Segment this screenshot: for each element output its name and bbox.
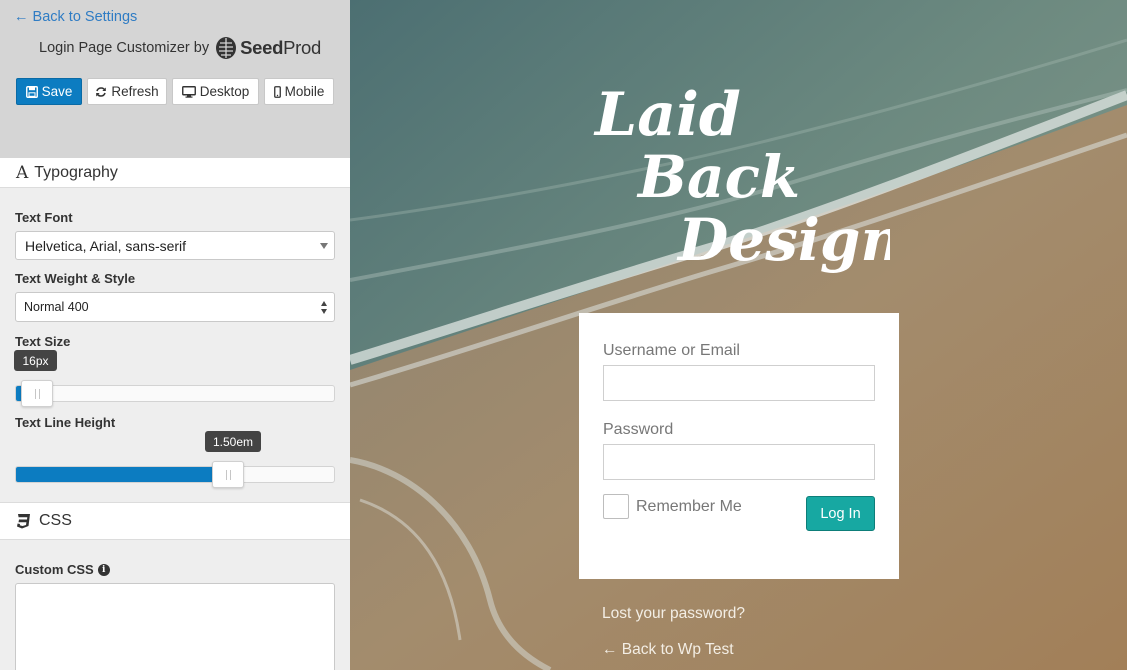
text-weight-label: Text Weight & Style bbox=[15, 271, 136, 286]
css-title: CSS bbox=[39, 512, 72, 529]
refresh-button[interactable]: Refresh bbox=[87, 78, 167, 105]
line-height-slider-handle[interactable] bbox=[212, 461, 244, 488]
text-font-label: Text Font bbox=[15, 210, 73, 225]
text-size-label: Text Size bbox=[15, 334, 71, 349]
brand-text: Login Page Customizer by bbox=[39, 40, 210, 56]
password-input[interactable] bbox=[603, 444, 875, 480]
brand: Login Page Customizer by SeedProd bbox=[39, 34, 321, 62]
password-label: Password bbox=[603, 421, 674, 438]
laid-back-designs-logo: Laid Back Designs bbox=[593, 80, 890, 274]
login-preview: Laid Back Designs Username or Email Pass… bbox=[350, 0, 1127, 670]
text-font-select[interactable]: Helvetica, Arial, sans-serif bbox=[15, 231, 335, 260]
customizer-sidebar: ← Back to Settings Login Page Customizer… bbox=[0, 0, 350, 670]
save-label: Save bbox=[41, 84, 73, 99]
line-height-label: Text Line Height bbox=[15, 415, 116, 430]
desktop-view-button[interactable]: Desktop bbox=[172, 78, 259, 105]
text-font-value: Helvetica, Arial, sans-serif bbox=[25, 237, 187, 254]
mobile-label: Mobile bbox=[284, 84, 325, 99]
save-button[interactable]: Save bbox=[16, 78, 82, 105]
css-section-header[interactable]: CSS bbox=[0, 502, 350, 540]
css3-icon bbox=[17, 514, 30, 529]
brand-name-thin: Prod bbox=[283, 37, 321, 58]
custom-css-label: Custom CSS bbox=[15, 562, 94, 577]
logo-line-2: Back bbox=[636, 143, 800, 211]
dropdown-arrow-icon bbox=[320, 243, 328, 249]
lost-password-link[interactable]: Lost your password? bbox=[602, 605, 745, 623]
username-input[interactable] bbox=[603, 365, 875, 401]
back-to-settings-link[interactable]: ← Back to Settings bbox=[14, 9, 137, 25]
typography-title: Typography bbox=[34, 163, 118, 181]
refresh-label: Refresh bbox=[111, 84, 159, 99]
mobile-view-button[interactable]: Mobile bbox=[264, 78, 334, 105]
login-form: Username or Email Password Remember Me L… bbox=[579, 313, 899, 579]
desktop-label: Desktop bbox=[199, 84, 250, 99]
mobile-phone-icon bbox=[273, 85, 281, 98]
custom-css-textarea[interactable] bbox=[15, 583, 335, 670]
back-to-site-link[interactable]: ← Back to Wp Test bbox=[602, 641, 734, 659]
logo-line-3: Designs bbox=[676, 206, 890, 274]
remember-me-label: Remember Me bbox=[636, 498, 742, 515]
line-height-slider-fill bbox=[16, 467, 228, 482]
text-size-slider[interactable] bbox=[15, 385, 335, 402]
desktop-icon bbox=[181, 85, 196, 98]
sidebar-header: ← Back to Settings Login Page Customizer… bbox=[0, 0, 350, 158]
username-label: Username or Email bbox=[603, 342, 740, 359]
custom-css-label-row: Custom CSS i bbox=[15, 562, 110, 577]
select-updown-icon bbox=[321, 301, 329, 315]
text-size-slider-handle[interactable] bbox=[21, 380, 53, 407]
seedprod-logo: SeedProd bbox=[214, 36, 321, 60]
refresh-icon bbox=[96, 86, 107, 97]
logo-line-1: Laid bbox=[593, 80, 741, 150]
text-size-tooltip: 16px bbox=[14, 350, 57, 371]
line-height-slider[interactable] bbox=[15, 466, 335, 483]
info-icon[interactable]: i bbox=[97, 563, 110, 576]
typography-icon: A bbox=[16, 162, 29, 183]
typography-section-header[interactable]: A Typography bbox=[0, 158, 350, 188]
text-weight-value: Normal 400 bbox=[24, 300, 89, 314]
text-weight-select[interactable]: Normal 400 bbox=[15, 292, 335, 322]
line-height-tooltip: 1.50em bbox=[205, 431, 261, 452]
brand-name-bold: Seed bbox=[240, 37, 284, 58]
seedprod-leaf-icon bbox=[216, 37, 237, 59]
remember-me-checkbox[interactable] bbox=[603, 494, 629, 519]
log-in-button[interactable]: Log In bbox=[806, 496, 875, 531]
floppy-disk-icon bbox=[25, 85, 38, 98]
